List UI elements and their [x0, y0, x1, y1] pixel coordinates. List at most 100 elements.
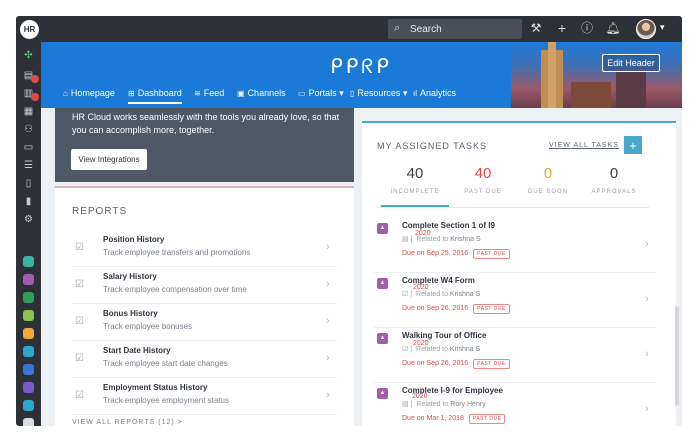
past-due-badge: PAST DUE: [473, 249, 510, 259]
scrollbar[interactable]: [675, 306, 679, 406]
user-avatar[interactable]: [636, 19, 656, 39]
info-icon[interactable]: ⓘ: [579, 21, 595, 35]
edit-header-button[interactable]: Edit Header: [602, 54, 660, 72]
app-chat-icon[interactable]: [23, 256, 34, 267]
report-row-bonus-history[interactable]: ☑ Bonus History Track employee bonuses ›: [72, 304, 337, 341]
app-grey-icon[interactable]: [23, 418, 34, 426]
report-row-employment-status-history[interactable]: ☑ Employment Status History Track employ…: [72, 378, 337, 415]
app-window: HR ⌕ ⚒ + ⓘ 🔔︎ ▾ ✣ ▤ ▥ ▦ ⚇ ▭ ☰ ▯ ▮ ⚙: [16, 16, 682, 426]
view-all-tasks-link[interactable]: VIEW ALL TASKS: [549, 142, 619, 149]
stat-value: 0: [543, 165, 553, 182]
report-title: Start Date History: [103, 346, 171, 355]
nav-channels[interactable]: ▣ Channels: [237, 86, 286, 104]
stat-label: APPROVALS: [591, 189, 637, 195]
task-due-date: Due on Sep 26, 2016 PAST DUE: [402, 304, 510, 314]
stat-label: DUE SOON: [527, 189, 568, 195]
people-icon[interactable]: ⚇: [22, 124, 35, 136]
report-row-start-date-history[interactable]: ☑ Start Date History Track employee star…: [72, 341, 337, 378]
nav-portals[interactable]: ▭ Portals ▾: [298, 86, 344, 104]
bell-icon[interactable]: 🔔︎: [605, 21, 621, 35]
edit-report-icon: ☑: [75, 390, 84, 401]
task-row[interactable]: ▲ Complete Section 1 of I9 ▤ | Related to…: [374, 220, 656, 273]
notification-badge: [31, 93, 39, 101]
report-row-position-history[interactable]: ☑ Position History Track employee transf…: [72, 230, 337, 267]
wrench-icon[interactable]: ⚒: [528, 21, 544, 35]
reports-title: REPORTS: [72, 206, 128, 217]
onboarding-avatar-icon: ▲: [377, 388, 388, 399]
clipboard-icon[interactable]: ▮: [22, 196, 35, 208]
folder-icon[interactable]: ▭: [22, 142, 35, 154]
search-box[interactable]: ⌕: [388, 19, 522, 39]
nav-analytics[interactable]: ıl Analytics: [413, 86, 456, 104]
chevron-right-icon: ›: [326, 352, 330, 364]
edit-report-icon: ☑: [75, 242, 84, 253]
stat-value: 40: [474, 165, 492, 182]
task-due-date: Due on Sep 25, 2016 PAST DUE: [402, 249, 510, 259]
chevron-right-icon: ›: [326, 241, 330, 253]
report-description: Track employee compensation over time: [103, 285, 247, 294]
year-overlay: 2020: [415, 230, 431, 237]
header-banner: ᑭᑭᖇᑭ Edit Header ⌂ Homepage ⊞ Dashboard ≋ F…: [41, 42, 682, 108]
resources-icon: ▯: [350, 89, 355, 98]
add-task-button[interactable]: +: [624, 136, 642, 154]
task-title: Complete Section 1 of I9: [402, 221, 495, 230]
app-teal-icon[interactable]: [23, 346, 34, 357]
year-overlay: 2020: [412, 393, 428, 400]
app-lime-icon[interactable]: [23, 310, 34, 321]
edit-report-icon: ☑: [75, 316, 84, 327]
search-input[interactable]: [410, 21, 518, 37]
app-blue-icon[interactable]: [23, 364, 34, 375]
analytics-icon: ıl: [413, 89, 417, 98]
nav-feed[interactable]: ≋ Feed: [194, 86, 224, 104]
view-integrations-button[interactable]: View Integrations: [71, 149, 147, 170]
report-description: Track employee employment status: [103, 396, 229, 405]
past-due-badge: PAST DUE: [473, 359, 510, 369]
notification-badge: [31, 75, 39, 83]
channels-icon: ▣: [237, 89, 245, 98]
calendar-icon[interactable]: ▦: [22, 106, 35, 118]
nav-dashboard[interactable]: ⊞ Dashboard: [128, 86, 182, 104]
chevron-right-icon: ›: [645, 238, 649, 250]
hr-logo[interactable]: HR: [20, 20, 39, 39]
chevron-right-icon: ›: [326, 315, 330, 327]
stat-label: INCOMPLETE: [390, 189, 440, 195]
report-description: Track employee transfers and promotions: [103, 248, 251, 257]
document-icon[interactable]: ▯: [22, 178, 35, 190]
task-due-date: Due on Sep 26, 2016 PAST DUE: [402, 359, 510, 369]
task-related: ▤ | Related to Krishna S: [402, 236, 481, 243]
plus-icon[interactable]: +: [554, 21, 570, 35]
checklist-icon[interactable]: ☰: [22, 160, 35, 172]
app-cyan-icon[interactable]: [23, 400, 34, 411]
stats-divider: [377, 207, 649, 208]
stat-past-due[interactable]: 40 PAST DUE: [449, 165, 517, 195]
year-overlay: 2020: [413, 340, 429, 347]
report-row-salary-history[interactable]: ☑ Salary History Track employee compensa…: [72, 267, 337, 304]
chevron-down-icon[interactable]: ▾: [660, 22, 665, 33]
app-green-icon[interactable]: [23, 292, 34, 303]
onboarding-avatar-icon: ▲: [377, 333, 388, 344]
app-orange-icon[interactable]: [23, 328, 34, 339]
chevron-right-icon: ›: [645, 348, 649, 360]
nav-homepage[interactable]: ⌂ Homepage: [63, 86, 115, 104]
integrations-card: HR Cloud works seamlessly with the tools…: [55, 108, 354, 182]
task-title: Walking Tour of Office: [402, 331, 487, 340]
task-row[interactable]: ▲ Complete I-9 for Employee ▤ | Related t…: [374, 385, 656, 426]
stat-approvals[interactable]: 0 APPROVALS: [580, 165, 648, 195]
settings-icon[interactable]: ⚙: [22, 214, 35, 226]
stat-due-soon[interactable]: 0 DUE SOON: [514, 165, 582, 195]
nav-resources[interactable]: ▯ Resources ▾: [350, 86, 407, 104]
stat-value: 40: [406, 165, 424, 182]
task-row[interactable]: ▲ Complete W4 Form ☑ | Related to Krishna…: [374, 275, 656, 328]
view-all-reports-link[interactable]: VIEW ALL REPORTS (12) >: [72, 419, 183, 426]
stat-incomplete[interactable]: 40 INCOMPLETE: [381, 165, 449, 207]
feed-icon: ≋: [194, 89, 201, 98]
grid-icon: ⊞: [128, 89, 135, 98]
past-due-badge: PAST DUE: [473, 304, 510, 314]
app-purple-icon[interactable]: [23, 382, 34, 393]
home-icon: ⌂: [63, 89, 68, 98]
pinwheel-icon[interactable]: ✣: [22, 50, 35, 62]
task-row[interactable]: ▲ Walking Tour of Office ☑ | Related to K…: [374, 330, 656, 383]
app-onboard-icon[interactable]: [23, 274, 34, 285]
tasks-title: MY ASSIGNED TASKS: [377, 141, 488, 151]
chevron-right-icon: ›: [645, 293, 649, 305]
